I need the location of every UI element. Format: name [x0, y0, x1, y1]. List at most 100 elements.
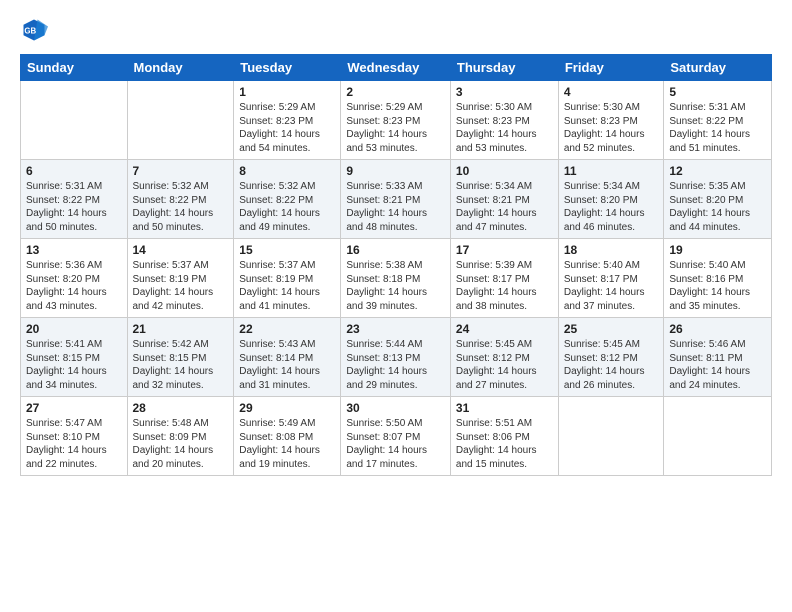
weekday-header-row: SundayMondayTuesdayWednesdayThursdayFrid…	[21, 55, 772, 81]
calendar-cell: 1 Sunrise: 5:29 AM Sunset: 8:23 PM Daylig…	[234, 81, 341, 160]
calendar-cell: 14Sunrise: 5:37 AM Sunset: 8:19 PM Dayli…	[127, 239, 234, 318]
weekday-header-thursday: Thursday	[450, 55, 558, 81]
calendar-cell: 21 Sunrise: 5:42 AM Sunset: 8:15 PM Dayli…	[127, 318, 234, 397]
day-number: 19	[669, 243, 766, 257]
calendar-cell: 10 Sunrise: 5:34 AM Sunset: 8:21 PM Dayli…	[450, 160, 558, 239]
cell-content: Sunrise: 5:46 AM Sunset: 8:11 PM Dayligh…	[669, 338, 766, 392]
calendar-cell	[558, 397, 664, 476]
day-number: 16	[346, 243, 445, 257]
day-number: 4	[564, 85, 659, 99]
week-row-5: 27 Sunrise: 5:47 AM Sunset: 8:10 PM Dayli…	[21, 397, 772, 476]
calendar-cell: 30Sunrise: 5:50 AM Sunset: 8:07 PM Dayli…	[341, 397, 451, 476]
cell-content: Sunrise: 5:32 AM Sunset: 8:22 PM Dayligh…	[133, 180, 229, 234]
calendar-cell: 7 Sunrise: 5:32 AM Sunset: 8:22 PM Daylig…	[127, 160, 234, 239]
day-number: 27	[26, 401, 122, 415]
calendar-cell: 15 Sunrise: 5:37 AM Sunset: 8:19 PM Dayli…	[234, 239, 341, 318]
cell-content: Sunrise: 5:45 AM Sunset: 8:12 PM Dayligh…	[564, 338, 659, 392]
calendar-cell: 25 Sunrise: 5:45 AM Sunset: 8:12 PM Dayli…	[558, 318, 664, 397]
calendar-cell: 17 Sunrise: 5:39 AM Sunset: 8:17 PM Dayli…	[450, 239, 558, 318]
svg-text:GB: GB	[24, 27, 36, 36]
calendar-cell: 22Sunrise: 5:43 AM Sunset: 8:14 PM Dayli…	[234, 318, 341, 397]
cell-content: Sunrise: 5:42 AM Sunset: 8:15 PM Dayligh…	[133, 338, 229, 392]
cell-content: Sunrise: 5:40 AM Sunset: 8:17 PM Dayligh…	[564, 259, 659, 313]
cell-content: Sunrise: 5:47 AM Sunset: 8:10 PM Dayligh…	[26, 417, 122, 471]
cell-content: Sunrise: 5:29 AM Sunset: 8:23 PM Dayligh…	[346, 101, 445, 155]
weekday-header-sunday: Sunday	[21, 55, 128, 81]
day-number: 8	[239, 164, 335, 178]
day-number: 30	[346, 401, 445, 415]
page: GB SundayMondayTuesdayWednesdayThursdayF…	[0, 0, 792, 612]
calendar-table: SundayMondayTuesdayWednesdayThursdayFrid…	[20, 54, 772, 476]
calendar-cell: 23Sunrise: 5:44 AM Sunset: 8:13 PM Dayli…	[341, 318, 451, 397]
cell-content: Sunrise: 5:38 AM Sunset: 8:18 PM Dayligh…	[346, 259, 445, 313]
cell-content: Sunrise: 5:37 AM Sunset: 8:19 PM Dayligh…	[239, 259, 335, 313]
calendar-cell: 31Sunrise: 5:51 AM Sunset: 8:06 PM Dayli…	[450, 397, 558, 476]
cell-content: Sunrise: 5:29 AM Sunset: 8:23 PM Dayligh…	[239, 101, 335, 155]
day-number: 12	[669, 164, 766, 178]
day-number: 23	[346, 322, 445, 336]
calendar-cell: 28 Sunrise: 5:48 AM Sunset: 8:09 PM Dayli…	[127, 397, 234, 476]
week-row-3: 13Sunrise: 5:36 AM Sunset: 8:20 PM Dayli…	[21, 239, 772, 318]
calendar-cell: 20Sunrise: 5:41 AM Sunset: 8:15 PM Dayli…	[21, 318, 128, 397]
day-number: 11	[564, 164, 659, 178]
calendar-cell: 11 Sunrise: 5:34 AM Sunset: 8:20 PM Dayli…	[558, 160, 664, 239]
calendar-cell: 5 Sunrise: 5:31 AM Sunset: 8:22 PM Daylig…	[664, 81, 772, 160]
logo-icon: GB	[20, 16, 48, 44]
weekday-header-friday: Friday	[558, 55, 664, 81]
day-number: 20	[26, 322, 122, 336]
calendar-cell: 12 Sunrise: 5:35 AM Sunset: 8:20 PM Dayli…	[664, 160, 772, 239]
calendar-cell	[664, 397, 772, 476]
day-number: 26	[669, 322, 766, 336]
cell-content: Sunrise: 5:30 AM Sunset: 8:23 PM Dayligh…	[456, 101, 553, 155]
day-number: 10	[456, 164, 553, 178]
cell-content: Sunrise: 5:31 AM Sunset: 8:22 PM Dayligh…	[26, 180, 122, 234]
calendar-cell: 27 Sunrise: 5:47 AM Sunset: 8:10 PM Dayli…	[21, 397, 128, 476]
calendar-cell: 16 Sunrise: 5:38 AM Sunset: 8:18 PM Dayli…	[341, 239, 451, 318]
cell-content: Sunrise: 5:33 AM Sunset: 8:21 PM Dayligh…	[346, 180, 445, 234]
cell-content: Sunrise: 5:43 AM Sunset: 8:14 PM Dayligh…	[239, 338, 335, 392]
day-number: 15	[239, 243, 335, 257]
weekday-header-tuesday: Tuesday	[234, 55, 341, 81]
cell-content: Sunrise: 5:35 AM Sunset: 8:20 PM Dayligh…	[669, 180, 766, 234]
cell-content: Sunrise: 5:34 AM Sunset: 8:20 PM Dayligh…	[564, 180, 659, 234]
calendar-cell: 3Sunrise: 5:30 AM Sunset: 8:23 PM Daylig…	[450, 81, 558, 160]
cell-content: Sunrise: 5:31 AM Sunset: 8:22 PM Dayligh…	[669, 101, 766, 155]
week-row-4: 20Sunrise: 5:41 AM Sunset: 8:15 PM Dayli…	[21, 318, 772, 397]
logo: GB	[20, 16, 52, 44]
calendar-cell: 18 Sunrise: 5:40 AM Sunset: 8:17 PM Dayli…	[558, 239, 664, 318]
day-number: 28	[133, 401, 229, 415]
day-number: 25	[564, 322, 659, 336]
day-number: 14	[133, 243, 229, 257]
cell-content: Sunrise: 5:45 AM Sunset: 8:12 PM Dayligh…	[456, 338, 553, 392]
day-number: 9	[346, 164, 445, 178]
day-number: 7	[133, 164, 229, 178]
day-number: 6	[26, 164, 122, 178]
calendar-cell: 2 Sunrise: 5:29 AM Sunset: 8:23 PM Daylig…	[341, 81, 451, 160]
day-number: 17	[456, 243, 553, 257]
week-row-2: 6 Sunrise: 5:31 AM Sunset: 8:22 PM Daylig…	[21, 160, 772, 239]
cell-content: Sunrise: 5:34 AM Sunset: 8:21 PM Dayligh…	[456, 180, 553, 234]
day-number: 29	[239, 401, 335, 415]
weekday-header-wednesday: Wednesday	[341, 55, 451, 81]
day-number: 5	[669, 85, 766, 99]
calendar-cell: 29 Sunrise: 5:49 AM Sunset: 8:08 PM Dayli…	[234, 397, 341, 476]
day-number: 1	[239, 85, 335, 99]
calendar-cell: 9 Sunrise: 5:33 AM Sunset: 8:21 PM Daylig…	[341, 160, 451, 239]
week-row-1: 1 Sunrise: 5:29 AM Sunset: 8:23 PM Daylig…	[21, 81, 772, 160]
calendar-cell: 13Sunrise: 5:36 AM Sunset: 8:20 PM Dayli…	[21, 239, 128, 318]
day-number: 21	[133, 322, 229, 336]
cell-content: Sunrise: 5:48 AM Sunset: 8:09 PM Dayligh…	[133, 417, 229, 471]
cell-content: Sunrise: 5:40 AM Sunset: 8:16 PM Dayligh…	[669, 259, 766, 313]
calendar-cell: 24 Sunrise: 5:45 AM Sunset: 8:12 PM Dayli…	[450, 318, 558, 397]
cell-content: Sunrise: 5:49 AM Sunset: 8:08 PM Dayligh…	[239, 417, 335, 471]
cell-content: Sunrise: 5:36 AM Sunset: 8:20 PM Dayligh…	[26, 259, 122, 313]
calendar-cell: 26 Sunrise: 5:46 AM Sunset: 8:11 PM Dayli…	[664, 318, 772, 397]
day-number: 31	[456, 401, 553, 415]
calendar-cell: 8Sunrise: 5:32 AM Sunset: 8:22 PM Daylig…	[234, 160, 341, 239]
day-number: 24	[456, 322, 553, 336]
day-number: 18	[564, 243, 659, 257]
calendar-cell: 4Sunrise: 5:30 AM Sunset: 8:23 PM Daylig…	[558, 81, 664, 160]
cell-content: Sunrise: 5:39 AM Sunset: 8:17 PM Dayligh…	[456, 259, 553, 313]
calendar-cell	[21, 81, 128, 160]
day-number: 2	[346, 85, 445, 99]
